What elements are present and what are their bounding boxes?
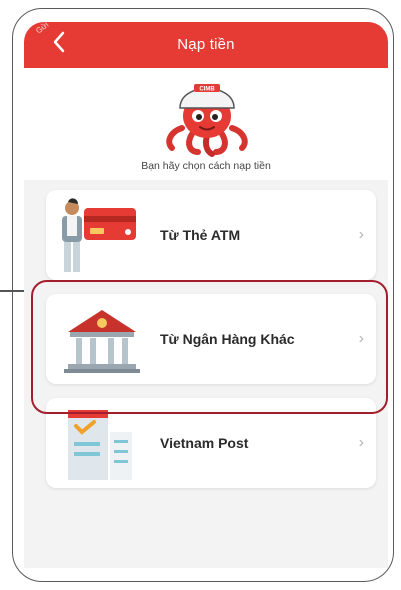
option-label: Từ Thẻ ATM: [160, 227, 241, 243]
chevron-right-icon: ›: [358, 226, 364, 243]
atm-card-person-icon: [62, 198, 136, 272]
instruction-text: Bạn hãy chọn cách nạp tiền: [141, 160, 271, 172]
octopus-mascot-icon: CIMB: [166, 84, 248, 157]
post-office-icon: [68, 410, 132, 480]
page-title: Nạp tiền: [177, 36, 235, 53]
app-header: Nạp tiền: [24, 22, 388, 68]
svg-text:CIMB: CIMB: [199, 87, 215, 93]
highlight-annotation: [31, 280, 388, 414]
intro-section: CIMB Bạn hãy chọn cách nạp tiền: [24, 68, 388, 180]
option-atm-card[interactable]: Từ Thẻ ATM ›: [46, 190, 376, 280]
